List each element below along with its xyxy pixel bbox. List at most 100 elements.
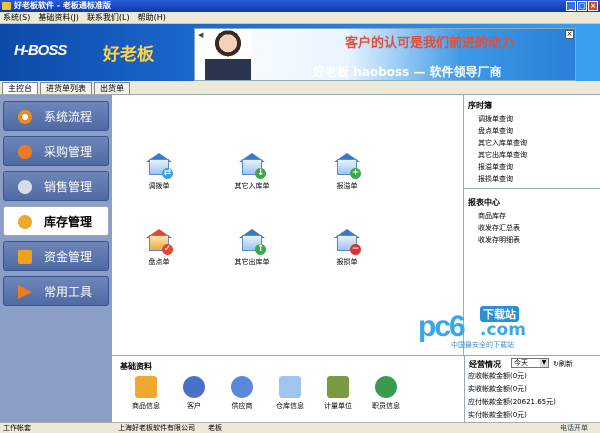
status-bar: 工作帐套 上海好老板软件有限公司 老板 电话开单 [0, 422, 600, 433]
maximize-button[interactable]: □ [577, 1, 587, 11]
chevron-down-icon[interactable]: ▼ [540, 359, 548, 367]
watermark-tagline: 中国最安全的下载站 [451, 341, 514, 349]
supplier-icon [231, 376, 253, 398]
link-stock[interactable]: 商品库存 [464, 210, 600, 222]
basic-title: 基础资料 [120, 362, 152, 371]
pc6-watermark: pc6 下载站 .com 中国最安全的下载站 [418, 304, 544, 352]
sidebar-item-label: 常用工具 [44, 285, 93, 299]
product-icon [135, 376, 157, 398]
menu-help[interactable]: 帮助(H) [138, 12, 166, 23]
basic-item-supplier[interactable]: 供应商 [218, 376, 266, 411]
business-title: 经营情况 [469, 360, 501, 369]
funds-icon [18, 250, 32, 264]
banner-brand: 好老板 haoboss — 软件领导厂商 [313, 65, 502, 79]
link-summary[interactable]: 收发存汇总表 [464, 222, 600, 234]
link-loss-query[interactable]: 报损单查询 [464, 173, 600, 185]
sidebar-item-funds[interactable]: 资金管理 [3, 241, 109, 271]
inventory-icon [18, 215, 32, 229]
sidebar-item-tools[interactable]: 常用工具 [3, 276, 109, 306]
paid-line: 实付帐款金额(0元) [468, 411, 527, 419]
menu-bar: 系统(S) 基础资料(J) 联系我们(L) 帮助(H) [0, 12, 600, 24]
basic-item-warehouse[interactable]: 仓库信息 [266, 376, 314, 411]
menu-contact[interactable]: 联系我们(L) [87, 12, 130, 23]
gear-icon [18, 180, 32, 194]
receivable-line: 应收帐款金额(0元) [468, 372, 527, 380]
tab-console[interactable]: 主控台 [2, 82, 38, 94]
sidebar-item-label: 采购管理 [44, 145, 93, 159]
watermark-brand: pc6 [418, 310, 466, 343]
sequence-title: 序时簿 [468, 101, 492, 110]
function-panel: ⇄ 调拨单 ↓ 其它入库单 + 报溢单 ✓ 盘点单 ↑ 其它出库单 − 报损单 [112, 95, 464, 355]
link-transfer-query[interactable]: 调拨单查询 [464, 113, 600, 125]
basic-label: 计量单位 [324, 402, 352, 410]
link-outbound-query[interactable]: 其它出库单查询 [464, 149, 600, 161]
func-other-outbound[interactable]: ↑ 其它出库单 [222, 229, 282, 267]
basic-data-panel: 基础资料 商品信息 客户 供应商 仓库信息 计量单位 职员信息 [112, 355, 464, 422]
link-detail[interactable]: 收发存明细表 [464, 234, 600, 246]
link-overflow-query[interactable]: 报溢单查询 [464, 161, 600, 173]
basic-item-product[interactable]: 商品信息 [122, 376, 170, 411]
tab-strip: 主控台 进货单列表 出货单 [0, 81, 600, 95]
link-stocktake-query[interactable]: 盘点单查询 [464, 125, 600, 137]
minimize-button[interactable]: _ [566, 1, 576, 11]
logo-en: H-BOSS [14, 42, 67, 59]
func-stocktake[interactable]: ✓ 盘点单 [129, 229, 189, 267]
status-account: 工作帐套 [3, 424, 31, 432]
status-phone-order[interactable]: 电话开单 [560, 423, 588, 433]
stocktake-icon: ✓ [145, 229, 173, 255]
reports-title: 报表中心 [468, 198, 500, 207]
menu-system[interactable]: 系统(S) [3, 12, 30, 23]
app-icon [2, 2, 11, 10]
window-title: 好老板软件 - 老板通标准版 [14, 1, 111, 10]
func-overflow[interactable]: + 报溢单 [317, 153, 377, 191]
func-label: 报损单 [336, 258, 358, 266]
menu-basic-data[interactable]: 基础资料(J) [38, 12, 79, 23]
sidebar-item-system-flow[interactable]: 系统流程 [3, 101, 109, 131]
sidebar: 系统流程 采购管理 销售管理 库存管理 资金管理 常用工具 [0, 95, 112, 422]
sidebar-item-label: 销售管理 [44, 180, 93, 194]
basic-label: 商品信息 [132, 402, 160, 410]
received-line: 实收帐款金额(0元) [468, 385, 527, 393]
refresh-button[interactable]: ↻刷新 [553, 359, 573, 369]
staff-icon [375, 376, 397, 398]
warehouse-icon [279, 376, 301, 398]
basic-item-unit[interactable]: 计量单位 [314, 376, 362, 411]
func-label: 报溢单 [336, 182, 358, 190]
banner-person-image [205, 29, 251, 80]
sidebar-item-sales[interactable]: 销售管理 [3, 171, 109, 201]
func-label: 调拨单 [148, 182, 170, 190]
refresh-label: 刷新 [558, 360, 573, 368]
func-other-inbound[interactable]: ↓ 其它入库单 [222, 153, 282, 191]
logo-cn: 好老板 [103, 45, 154, 65]
period-value: 今天 [514, 359, 528, 367]
loss-icon: − [333, 229, 361, 255]
banner-slogan: 客户的认可是我们前进的动力 [345, 36, 515, 51]
basic-label: 供应商 [231, 402, 253, 410]
status-company: 上海好老板软件有限公司 [118, 424, 195, 432]
sidebar-item-purchase[interactable]: 采购管理 [3, 136, 109, 166]
ad-banner[interactable]: ◀ II ▶ 客户的认可是我们前进的动力 好老板 haoboss — 软件领导厂… [194, 28, 576, 81]
basic-item-staff[interactable]: 职员信息 [362, 376, 410, 411]
close-button[interactable]: × [588, 1, 598, 11]
tools-icon [18, 285, 32, 299]
sidebar-item-inventory[interactable]: 库存管理 [3, 206, 109, 236]
func-label: 其它出库单 [234, 258, 270, 266]
func-label: 其它入库单 [234, 182, 270, 190]
outbound-icon: ↑ [238, 229, 266, 255]
func-loss[interactable]: − 报损单 [317, 229, 377, 267]
banner-close-icon[interactable]: × [565, 30, 574, 39]
title-bar: 好老板软件 - 老板通标准版 _ □ × [0, 0, 600, 12]
basic-label: 客户 [187, 402, 201, 410]
func-transfer[interactable]: ⇄ 调拨单 [129, 153, 189, 191]
status-user: 老板 [208, 424, 222, 432]
overflow-icon: + [333, 153, 361, 179]
sidebar-item-label: 系统流程 [44, 110, 93, 124]
inbound-icon: ↓ [238, 153, 266, 179]
func-label: 盘点单 [148, 258, 170, 266]
tab-shipment[interactable]: 出货单 [94, 82, 130, 94]
period-select[interactable]: 今天 ▼ [511, 358, 549, 368]
scale-icon [327, 376, 349, 398]
link-inbound-query[interactable]: 其它入库单查询 [464, 137, 600, 149]
basic-item-customer[interactable]: 客户 [170, 376, 218, 411]
tab-purchase-list[interactable]: 进货单列表 [40, 82, 92, 94]
